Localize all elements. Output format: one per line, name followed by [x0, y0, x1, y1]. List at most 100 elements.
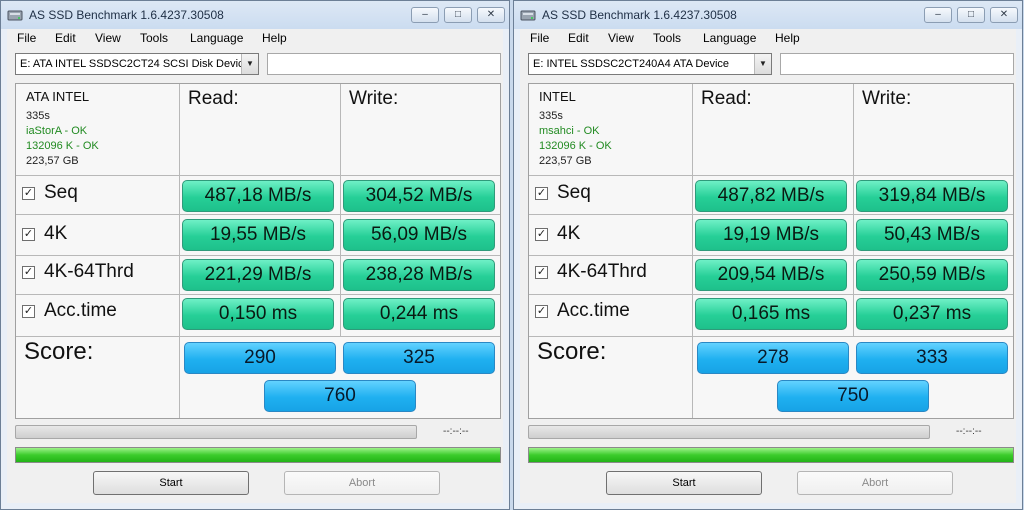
- 4k-checkbox[interactable]: ✓: [22, 228, 35, 241]
- acc-label: Acc.time: [44, 300, 117, 321]
- window-client: File Edit View Tools Language Help E: IN…: [520, 29, 1016, 503]
- window-title: AS SSD Benchmark 1.6.4237.30508: [542, 8, 737, 22]
- path-input[interactable]: [267, 53, 501, 75]
- alignment-status: 132096 K - OK: [26, 140, 99, 152]
- drive-size: 223,57 GB: [539, 155, 592, 167]
- start-button[interactable]: Start: [93, 471, 249, 495]
- 4k-label: 4K: [44, 223, 68, 244]
- score-write: 333: [856, 342, 1008, 374]
- seq-label: Seq: [44, 182, 78, 203]
- seq-checkbox[interactable]: ✓: [22, 187, 35, 200]
- app-drive-icon: [7, 10, 23, 21]
- 4k-read-result: 19,19 MB/s: [695, 219, 847, 251]
- seq-label: Seq: [557, 182, 591, 203]
- 4k-checkbox[interactable]: ✓: [535, 228, 548, 241]
- menu-bar: File Edit View Tools Language Help: [7, 29, 503, 49]
- score-write: 325: [343, 342, 495, 374]
- abort-button[interactable]: Abort: [797, 471, 953, 495]
- window-client: File Edit View Tools Language Help E: AT…: [7, 29, 503, 503]
- 4k-label: 4K: [557, 223, 581, 244]
- alignment-status: 132096 K - OK: [539, 140, 612, 152]
- read-header: Read:: [188, 88, 239, 109]
- results-panel: ATA INTEL 335s iaStorA - OK 132096 K - O…: [15, 83, 501, 419]
- drive-model: INTEL: [539, 89, 576, 104]
- benchmark-window-2: AS SSD Benchmark 1.6.4237.30508 – □ ✕ Fi…: [513, 0, 1023, 510]
- acc-write-result: 0,237 ms: [856, 298, 1008, 330]
- acc-checkbox[interactable]: ✓: [535, 305, 548, 318]
- 4k64-read-result: 209,54 MB/s: [695, 259, 847, 291]
- 4k-write-result: 50,43 MB/s: [856, 219, 1008, 251]
- acc-read-result: 0,150 ms: [182, 298, 334, 330]
- menu-file[interactable]: File: [528, 31, 551, 45]
- window-title: AS SSD Benchmark 1.6.4237.30508: [29, 8, 224, 22]
- 4k64-read-result: 221,29 MB/s: [182, 259, 334, 291]
- score-total: 760: [264, 380, 416, 412]
- acc-label: Acc.time: [557, 300, 630, 321]
- 4k64-checkbox[interactable]: ✓: [22, 266, 35, 279]
- score-label: Score:: [537, 338, 607, 365]
- acc-read-result: 0,165 ms: [695, 298, 847, 330]
- maximize-button[interactable]: □: [957, 7, 985, 23]
- menu-view[interactable]: View: [93, 31, 123, 45]
- close-button[interactable]: ✕: [477, 7, 505, 23]
- menu-help[interactable]: Help: [260, 31, 289, 45]
- abort-button[interactable]: Abort: [284, 471, 440, 495]
- 4k-write-result: 56,09 MB/s: [343, 219, 495, 251]
- menu-tools[interactable]: Tools: [651, 31, 683, 45]
- seq-write-result: 304,52 MB/s: [343, 180, 495, 212]
- seq-read-result: 487,82 MB/s: [695, 180, 847, 212]
- overall-progress-bar: [528, 447, 1014, 463]
- write-header: Write:: [862, 88, 912, 109]
- overall-progress-bar: [15, 447, 501, 463]
- overall-progress-fill: [16, 448, 500, 462]
- app-drive-icon: [520, 10, 536, 21]
- menu-language[interactable]: Language: [188, 31, 245, 45]
- seq-write-result: 319,84 MB/s: [856, 180, 1008, 212]
- seq-checkbox[interactable]: ✓: [535, 187, 548, 200]
- dropdown-arrow-icon[interactable]: ▼: [754, 54, 771, 74]
- 4k64-label: 4K-64Thrd: [44, 261, 134, 282]
- firmware-version: 335s: [539, 110, 563, 122]
- menu-view[interactable]: View: [606, 31, 636, 45]
- menu-help[interactable]: Help: [773, 31, 802, 45]
- read-header: Read:: [701, 88, 752, 109]
- 4k64-label: 4K-64Thrd: [557, 261, 647, 282]
- score-total: 750: [777, 380, 929, 412]
- 4k-read-result: 19,55 MB/s: [182, 219, 334, 251]
- results-panel: INTEL 335s msahci - OK 132096 K - OK 223…: [528, 83, 1014, 419]
- minimize-button[interactable]: –: [411, 7, 439, 23]
- drive-select-value: E: ATA INTEL SSDSC2CT24 SCSI Disk Device: [20, 58, 250, 70]
- menu-edit[interactable]: Edit: [566, 31, 591, 45]
- menu-edit[interactable]: Edit: [53, 31, 78, 45]
- title-bar[interactable]: AS SSD Benchmark 1.6.4237.30508 – □ ✕: [1, 1, 509, 29]
- overall-progress-fill: [529, 448, 1013, 462]
- seq-read-result: 487,18 MB/s: [182, 180, 334, 212]
- 4k64-checkbox[interactable]: ✓: [535, 266, 548, 279]
- close-button[interactable]: ✕: [990, 7, 1018, 23]
- maximize-button[interactable]: □: [444, 7, 472, 23]
- dropdown-arrow-icon[interactable]: ▼: [241, 54, 258, 74]
- minimize-button[interactable]: –: [924, 7, 952, 23]
- score-read: 290: [184, 342, 336, 374]
- driver-status: iaStorA - OK: [26, 125, 88, 137]
- path-input[interactable]: [780, 53, 1014, 75]
- score-read: 278: [697, 342, 849, 374]
- drive-select-value: E: INTEL SSDSC2CT240A4 ATA Device: [533, 58, 730, 70]
- drive-model: ATA INTEL: [26, 89, 90, 104]
- title-bar[interactable]: AS SSD Benchmark 1.6.4237.30508 – □ ✕: [514, 1, 1022, 29]
- drive-select[interactable]: E: INTEL SSDSC2CT240A4 ATA Device ▼: [528, 53, 772, 75]
- acc-write-result: 0,244 ms: [343, 298, 495, 330]
- elapsed-time: --:--:--: [956, 426, 982, 437]
- menu-tools[interactable]: Tools: [138, 31, 170, 45]
- start-button[interactable]: Start: [606, 471, 762, 495]
- elapsed-time: --:--:--: [443, 426, 469, 437]
- acc-checkbox[interactable]: ✓: [22, 305, 35, 318]
- menu-language[interactable]: Language: [701, 31, 758, 45]
- menu-file[interactable]: File: [15, 31, 38, 45]
- benchmark-window-1: AS SSD Benchmark 1.6.4237.30508 – □ ✕ Fi…: [0, 0, 510, 510]
- write-header: Write:: [349, 88, 399, 109]
- menu-bar: File Edit View Tools Language Help: [520, 29, 1016, 49]
- firmware-version: 335s: [26, 110, 50, 122]
- drive-select[interactable]: E: ATA INTEL SSDSC2CT24 SCSI Disk Device…: [15, 53, 259, 75]
- 4k64-write-result: 238,28 MB/s: [343, 259, 495, 291]
